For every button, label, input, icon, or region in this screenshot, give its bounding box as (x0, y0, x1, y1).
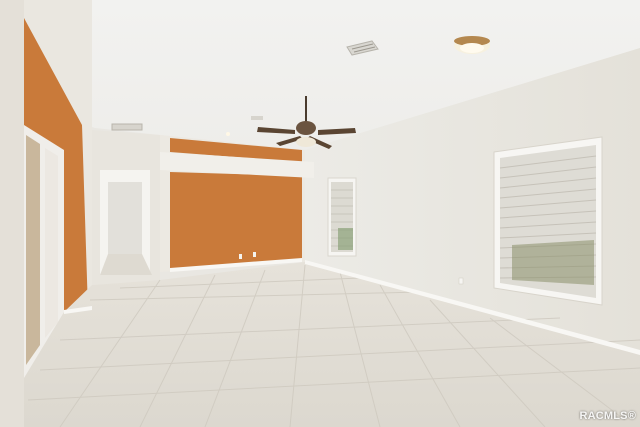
outlet (253, 252, 256, 257)
left-column (0, 0, 24, 427)
small-vent (251, 116, 263, 120)
room-illustration (0, 0, 640, 427)
ceiling-light-icon (454, 36, 490, 54)
hallway-back (108, 182, 142, 254)
outlet (458, 277, 464, 285)
window-large-greenery (512, 240, 594, 285)
room-photo: RACMLS® (0, 0, 640, 427)
sliding-door-glass-2 (45, 148, 58, 338)
watermark: RACMLS® (579, 410, 636, 422)
hall-vent (111, 123, 143, 131)
recessed-light (226, 132, 230, 136)
window-small-greenery (338, 228, 353, 250)
sliding-door-glass (26, 135, 40, 365)
accent-wall-back (170, 172, 302, 270)
outlet (239, 254, 242, 259)
